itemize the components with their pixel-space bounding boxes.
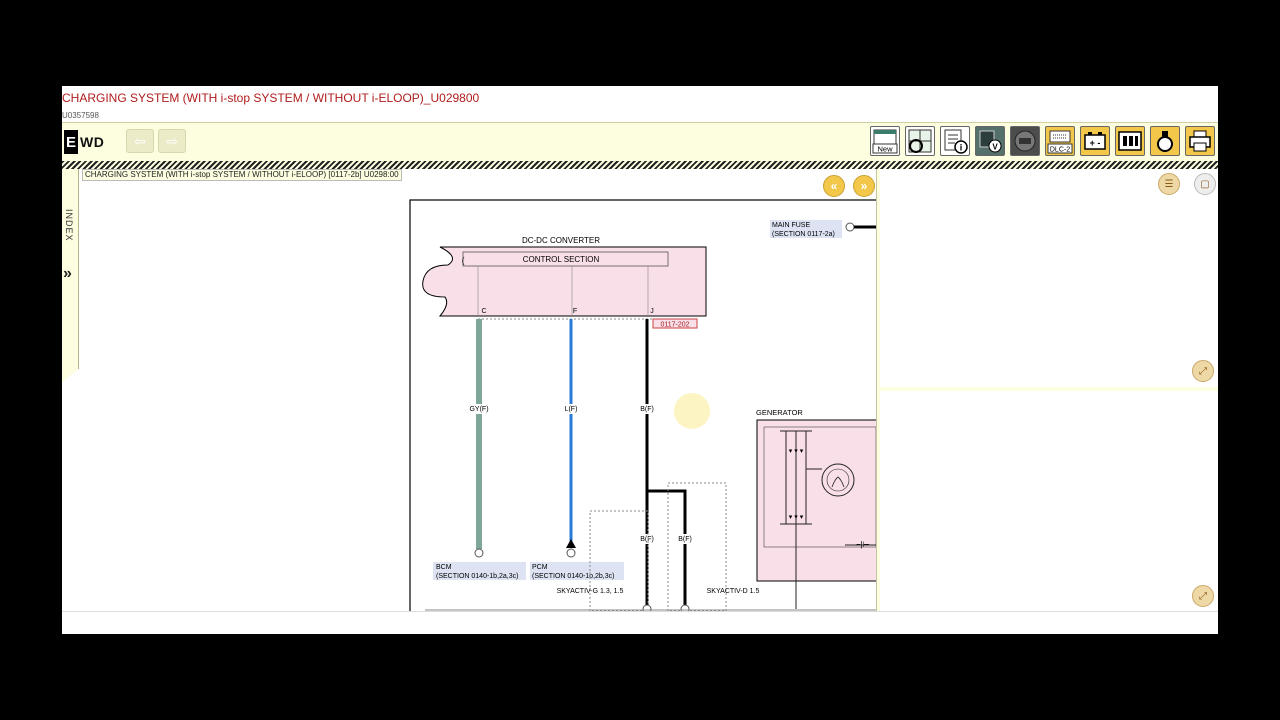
svg-text:−|⊢: −|⊢	[856, 540, 870, 549]
main-fuse-section-label: (SECTION 0117-2a)	[772, 231, 835, 238]
back-button[interactable]: ⇦	[126, 129, 154, 153]
connector-code-label: 0117-202	[660, 322, 689, 329]
expand-sidebar-icon[interactable]: »	[63, 265, 72, 283]
index-tab[interactable]: INDEX »	[62, 169, 79, 383]
dlc-button[interactable]: DLC-2	[1045, 126, 1075, 156]
logo-letter: E	[64, 130, 78, 154]
document-id: U0357598	[62, 111, 99, 120]
print-icon	[1189, 130, 1211, 152]
pin-c-label: C	[481, 308, 486, 315]
svg-text:▾ ▾ ▾: ▾ ▾ ▾	[789, 448, 804, 455]
status-bar	[62, 611, 1218, 634]
forward-arrow-icon: ⇨	[166, 132, 178, 149]
pin-j-label: J	[650, 308, 654, 315]
expand-icon: ⤢	[1199, 365, 1207, 377]
pcm-section-label: (SECTION 0140-1b,2b,3c)	[532, 573, 614, 580]
fuse-box-icon	[1118, 131, 1142, 151]
double-left-arrow-icon: «	[830, 179, 838, 193]
print-button[interactable]	[1185, 126, 1215, 156]
toolbar-stripe	[62, 161, 1218, 169]
svg-text:V: V	[992, 143, 998, 152]
pcm-label: PCM	[532, 564, 548, 571]
expand-icon: ⤢	[1199, 590, 1207, 602]
wire-b-label-3: B(F)	[678, 536, 692, 543]
info-panel-bottom: ⤢	[880, 391, 1218, 611]
expand-panel-button-2[interactable]: ⤢	[1192, 585, 1214, 607]
skyactiv-g-label: SKYACTIV-G 1.3, 1.5	[557, 588, 624, 595]
control-section-label: CONTROL SECTION	[523, 255, 600, 264]
double-right-arrow-icon: »	[860, 179, 868, 193]
connector-button[interactable]	[1010, 126, 1040, 156]
battery-button[interactable]: + -	[1080, 126, 1110, 156]
wire-b-label-2: B(F)	[640, 536, 654, 543]
index-label: INDEX	[64, 209, 74, 242]
tab-corner	[62, 369, 78, 383]
new-label: New	[877, 145, 893, 154]
diagram-header: CHARGING SYSTEM (WITH i-stop SYSTEM / WI…	[82, 169, 402, 181]
new-window-button[interactable]: New	[870, 126, 900, 156]
bulb-icon	[1157, 131, 1173, 152]
battery-icon: + -	[1084, 132, 1106, 150]
next-page-button[interactable]: »	[853, 175, 875, 197]
new-window-icon: New	[872, 129, 898, 154]
refresh-button[interactable]	[905, 126, 935, 156]
back-arrow-icon: ⇦	[134, 132, 146, 149]
list-button[interactable]: ☰	[1158, 173, 1180, 195]
expand-panel-button[interactable]: ⤢	[1192, 360, 1214, 382]
wire-l-label: L(F)	[565, 406, 578, 413]
check-icon: V	[979, 130, 1002, 153]
bcm-section-label: (SECTION 0140-1b,2a,3c)	[436, 573, 518, 580]
ewd-logo: E WD	[64, 130, 104, 154]
info-icon: i	[944, 129, 968, 154]
app-window: CHARGING SYSTEM (WITH i-stop SYSTEM / WI…	[62, 86, 1218, 634]
svg-text:▾ ▾ ▾: ▾ ▾ ▾	[789, 514, 804, 521]
info-panel-top: ☰ ▢ ⤢	[880, 169, 1218, 391]
prev-page-button[interactable]: «	[823, 175, 845, 197]
dlc-icon: DLC-2	[1047, 130, 1073, 154]
connector-icon	[1014, 130, 1036, 152]
fuse-box-button[interactable]	[1115, 126, 1145, 156]
toolbar: E WD ⇦ ⇨ New i V DLC-2 + -	[62, 123, 1218, 161]
check-button[interactable]: V	[975, 126, 1005, 156]
battery-label: + -	[1090, 138, 1101, 148]
refresh-icon	[908, 129, 932, 153]
page-title: CHARGING SYSTEM (WITH i-stop SYSTEM / WI…	[62, 91, 480, 105]
forward-button[interactable]: ⇨	[158, 129, 186, 153]
generator-label: GENERATOR	[756, 408, 803, 417]
dc-dc-converter-label: DC-DC CONVERTER	[522, 236, 600, 245]
main-fuse-label: MAIN FUSE	[772, 222, 810, 229]
wire-b-label: B(F)	[640, 406, 654, 413]
svg-text:i: i	[960, 143, 963, 153]
skyactiv-d-label: SKYACTIV-D 1.5	[707, 588, 760, 595]
panel-menu-button[interactable]: ▢	[1194, 173, 1216, 195]
logo-text: WD	[80, 134, 105, 150]
info-button[interactable]: i	[940, 126, 970, 156]
dlc-label: DLC-2	[1050, 147, 1070, 154]
wiring-diagram: DC-DC CONVERTER CONTROL SECTION C F J 01…	[409, 199, 876, 611]
wire-gy-label: GY(F)	[469, 406, 488, 413]
pin-f-label: F	[573, 308, 577, 315]
list-icon: ☰	[1164, 178, 1174, 190]
cursor-highlight	[674, 393, 710, 429]
bulb-button[interactable]	[1150, 126, 1180, 156]
panel-menu-icon: ▢	[1200, 178, 1210, 190]
bcm-label: BCM	[436, 564, 452, 571]
